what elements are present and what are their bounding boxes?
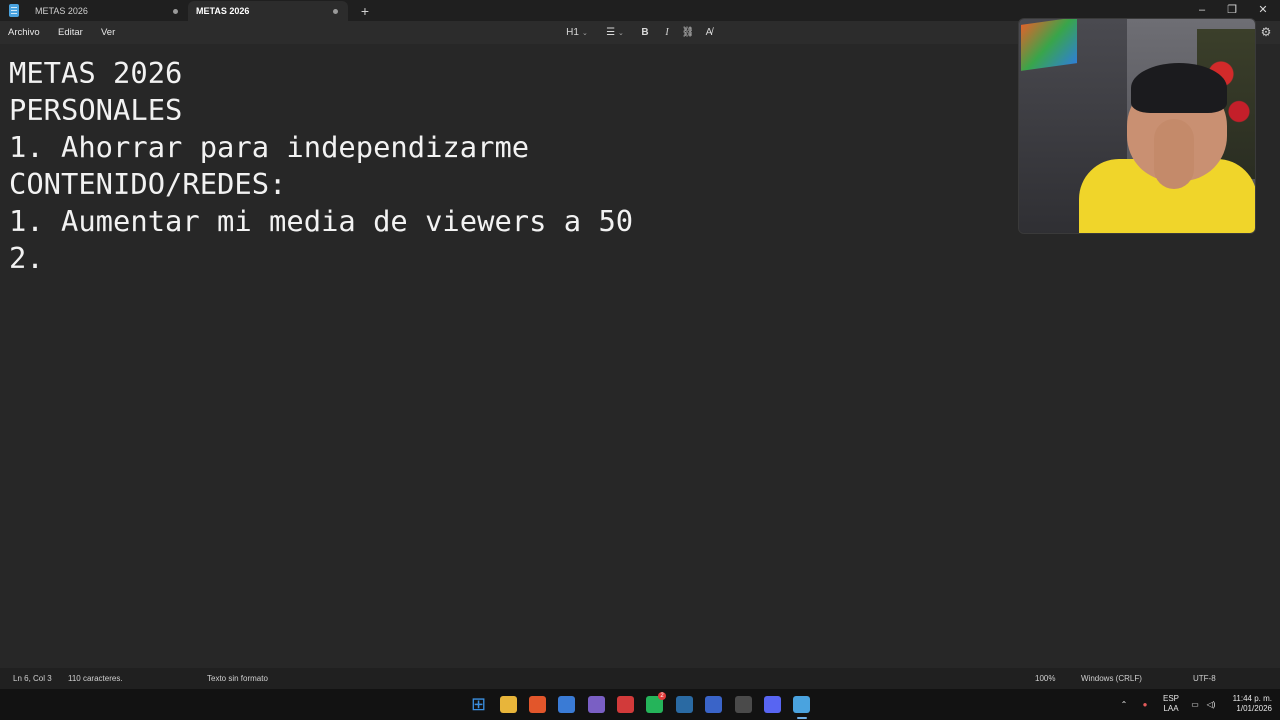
game-controller-icon[interactable] [588,696,605,713]
tray-overflow-chevron-icon[interactable]: ⌃ [1116,689,1132,720]
list-dropdown[interactable]: ☰ ⌄ [601,24,629,41]
tab-label: METAS 2026 [196,6,250,16]
document-line-1: METAS 2026 [9,56,183,90]
line-endings[interactable]: Windows (CRLF) [1081,668,1142,689]
status-bar: Ln 6, Col 3 110 caracteres. Texto sin fo… [0,668,1280,689]
heading-dropdown[interactable]: H1 ⌄ [562,24,592,41]
webcam-overlay [1018,18,1256,234]
menu-editar[interactable]: Editar [58,21,83,44]
document-line-6: 2. [9,241,62,275]
tab-label: METAS 2026 [35,6,88,16]
active-app-indicator [797,717,807,719]
volume-icon[interactable]: ◁) [1204,689,1218,720]
link-button[interactable]: ⛓ [680,24,696,41]
encoding[interactable]: UTF-8 [1193,668,1216,689]
menu-ver[interactable]: Ver [101,21,115,44]
tab-metas-2026-active[interactable]: METAS 2026 [188,1,348,21]
clock-date: 1/01/2026 [1236,704,1272,713]
media-app-icon[interactable] [617,696,634,713]
document-line-4: CONTENIDO/REDES: [9,167,287,201]
unsaved-dot-icon[interactable] [333,9,338,14]
bold-button[interactable]: B [637,24,653,41]
language-indicator[interactable]: ESP LAA [1160,689,1182,720]
heading-label: H1 [566,27,579,38]
webcam-person-cap [1131,63,1227,113]
list-icon: ☰ [606,27,616,38]
chevron-down-icon: ⌄ [581,30,588,37]
unsaved-dot-icon[interactable] [173,9,178,14]
zoom-level[interactable]: 100% [1035,668,1055,689]
text-format[interactable]: Texto sin formato [207,668,268,689]
document-line-2: PERSONALES [9,93,183,127]
file-explorer-icon[interactable] [500,696,517,713]
menu-archivo[interactable]: Archivo [8,21,40,44]
brave-browser-icon[interactable] [529,696,546,713]
webcam-person-hand [1154,119,1194,189]
clear-format-button[interactable]: A̸ [701,24,717,41]
italic-button[interactable]: I [659,24,675,41]
microphone-icon[interactable]: ● [1138,689,1152,720]
cursor-position: Ln 6, Col 3 [13,674,52,683]
settings-gear-icon[interactable]: ⚙ [1258,24,1274,41]
webcam-poster [1021,19,1077,71]
start-menu-icon[interactable]: ⊞ [470,695,487,713]
document-line-3: 1. Ahorrar para independizarme [9,130,530,164]
clock[interactable]: 11:44 p. m. 1/01/2026 [1222,689,1272,720]
character-count: 110 caracteres. [68,674,123,683]
discord-icon[interactable] [764,696,781,713]
taskbar: ⊞ 2 ⌃ ● ESP LAA ▭ ◁) 11:44 p. m. 1/01/20… [0,689,1280,720]
language-top: ESP [1162,694,1179,703]
clock-time: 11:44 p. m. [1232,694,1272,703]
new-tab-button[interactable]: + [357,2,373,20]
steam-icon[interactable] [676,696,693,713]
network-icon[interactable]: ▭ [1188,689,1202,720]
chevron-down-icon: ⌄ [618,30,624,37]
obs-icon[interactable] [735,696,752,713]
language-bottom: LAA [1163,704,1179,713]
notepad-taskbar-icon[interactable] [793,696,810,713]
document-line-5: 1. Aumentar mi media de viewers a 50 [9,204,634,238]
whatsapp-badge: 2 [658,692,666,700]
tab-metas-2026-first[interactable]: METAS 2026 [26,1,188,21]
browser-icon[interactable] [705,696,722,713]
notepad-app-icon [9,4,19,17]
store-icon[interactable] [558,696,575,713]
